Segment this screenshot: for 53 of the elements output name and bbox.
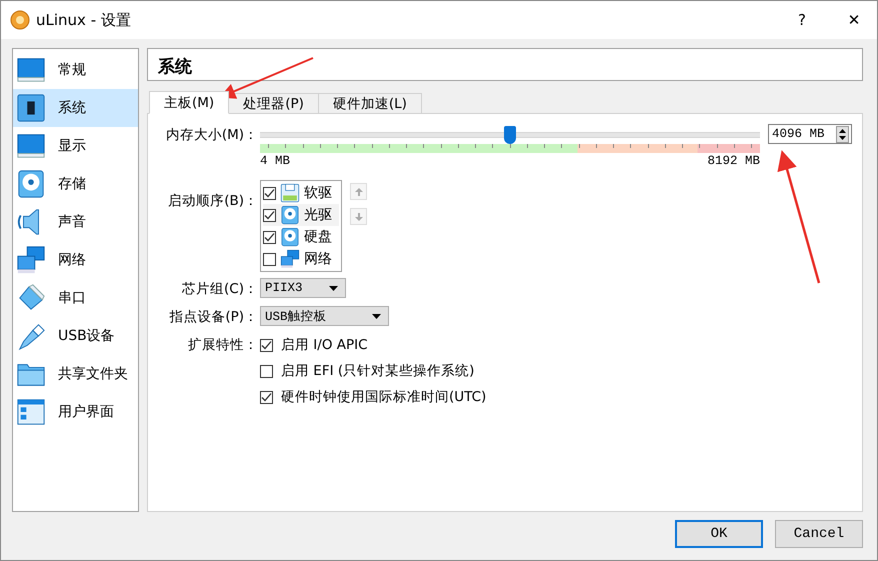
checkbox[interactable]: [263, 230, 276, 244]
field-label: 启动顺序(B)：: [167, 192, 259, 211]
field-label: 扩展特性：: [187, 336, 259, 355]
checkbox-label[interactable]: 启用 I/O APIC: [281, 336, 368, 354]
network-icon: [16, 245, 46, 275]
checkbox[interactable]: [263, 208, 276, 222]
scale-min-label: 4 MB: [260, 154, 290, 168]
sidebar-item[interactable]: 常规: [13, 51, 138, 89]
down-arrow-icon: [354, 212, 364, 222]
sidebar-item[interactable]: 串口: [13, 279, 138, 317]
sidebar-item[interactable]: 声音: [13, 203, 138, 241]
caret-icon: [329, 286, 338, 290]
field-label: 芯片组(C)：: [181, 280, 259, 299]
checkbox[interactable]: [260, 338, 273, 352]
chip-icon: [16, 93, 46, 123]
close-button[interactable]: ✕: [831, 1, 877, 39]
sidebar-item[interactable]: 系统: [13, 89, 138, 127]
app-logo-icon: [10, 10, 30, 30]
sidebar-item[interactable]: 存储: [13, 165, 138, 203]
sidebar-item[interactable]: USB设备: [13, 317, 138, 355]
up-arrow-icon: [354, 186, 364, 196]
checkbox[interactable]: [260, 390, 273, 404]
checkbox[interactable]: [263, 186, 276, 200]
pointing-device-dropdown[interactable]: USB触控板: [260, 306, 389, 326]
dialog-button[interactable]: OK: [675, 520, 763, 548]
memory-spinbox[interactable]: 4096 MB: [768, 124, 852, 144]
window-icon: [16, 397, 46, 427]
checkbox[interactable]: [260, 364, 273, 378]
boot-item[interactable]: 网络: [263, 248, 339, 270]
page-title: 系统: [147, 48, 863, 81]
spin-arrows-icon[interactable]: [836, 126, 849, 142]
slider-thumb[interactable]: [504, 126, 516, 144]
sidebar-item[interactable]: 用户界面: [13, 393, 138, 431]
sidebar-item[interactable]: 显示: [13, 127, 138, 165]
scale-max-label: 8192 MB: [707, 154, 760, 168]
tab[interactable]: 硬件加速(L): [318, 93, 422, 114]
help-button[interactable]: ?: [779, 1, 825, 39]
field-label: 内存大小(M)：: [164, 126, 259, 145]
boot-item[interactable]: 光驱: [263, 204, 339, 226]
boot-item[interactable]: 硬盘: [263, 226, 339, 248]
caret-icon: [372, 314, 381, 318]
sidebar-item[interactable]: 网络: [13, 241, 138, 279]
field-label: 指点设备(P)：: [168, 308, 259, 327]
checkbox-label[interactable]: 启用 EFI (只针对某些操作系统): [281, 362, 474, 380]
boot-item[interactable]: 软驱: [263, 182, 339, 204]
checkbox-label[interactable]: 硬件时钟使用国际标准时间(UTC): [281, 388, 486, 406]
dialog-button[interactable]: Cancel: [775, 520, 863, 548]
checkbox[interactable]: [263, 252, 276, 266]
chipset-dropdown[interactable]: PIIX3: [260, 278, 346, 298]
window-title: uLinux - 设置: [36, 10, 131, 30]
network-icon: [280, 249, 300, 269]
sidebar-item[interactable]: 共享文件夹: [13, 355, 138, 393]
tab[interactable]: 主板(M): [149, 91, 230, 114]
